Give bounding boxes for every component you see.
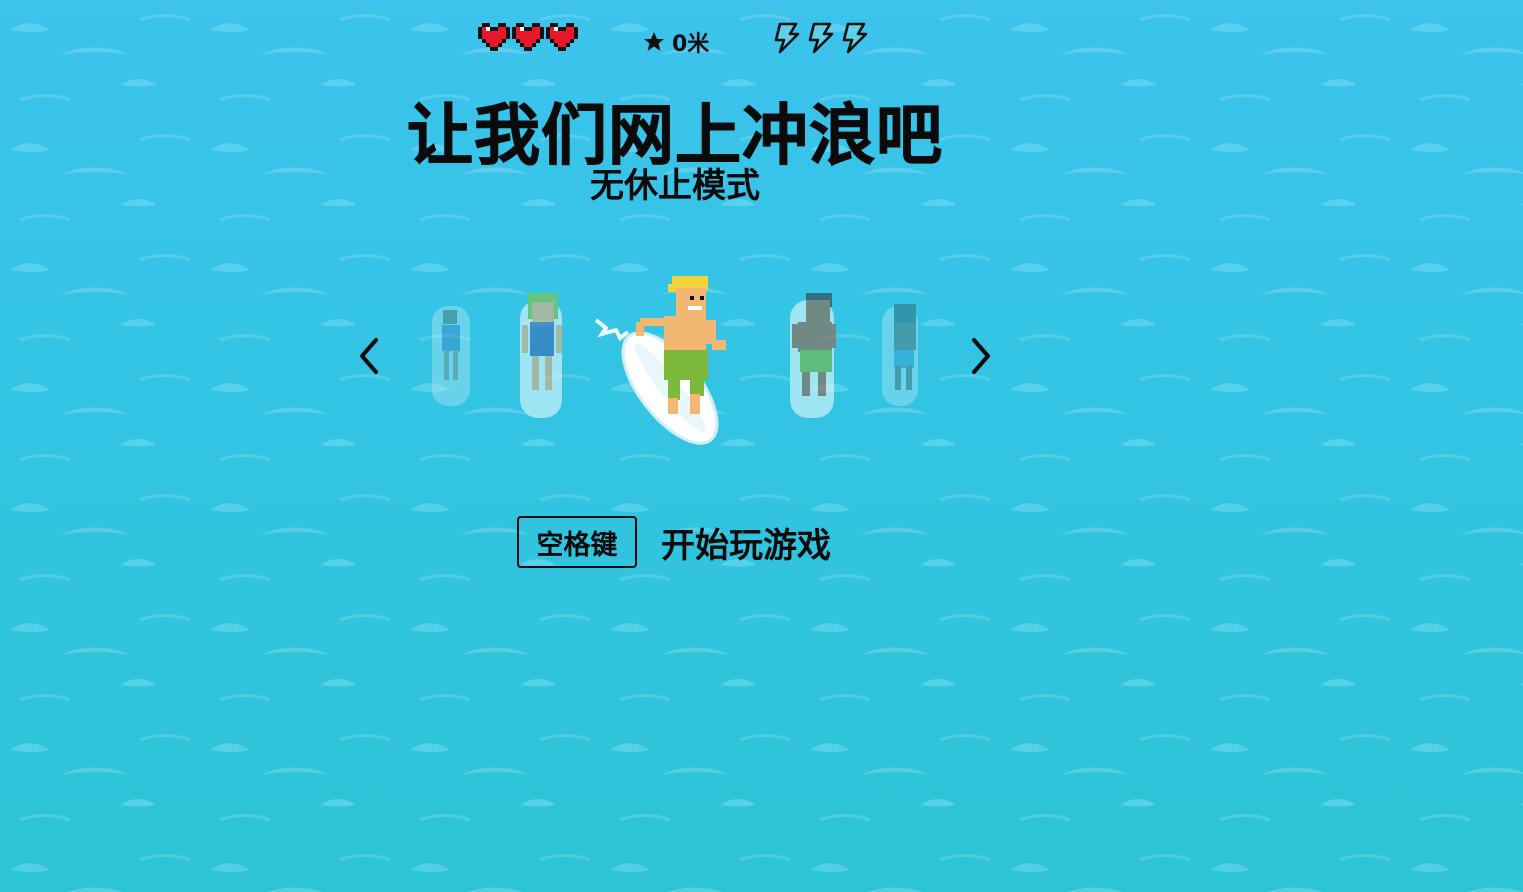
character-option-5[interactable] bbox=[882, 304, 918, 406]
start-game-label: 开始玩游戏 bbox=[661, 525, 831, 566]
surfer-selected[interactable] bbox=[594, 276, 734, 458]
character-option-4[interactable] bbox=[790, 293, 836, 418]
character-option-1[interactable] bbox=[432, 306, 470, 406]
character-option-2[interactable] bbox=[520, 293, 562, 418]
character-carousel bbox=[432, 276, 918, 458]
start-prompt: 空格键 开始玩游戏 bbox=[517, 516, 831, 568]
space-key-button[interactable]: 空格键 bbox=[517, 516, 637, 568]
